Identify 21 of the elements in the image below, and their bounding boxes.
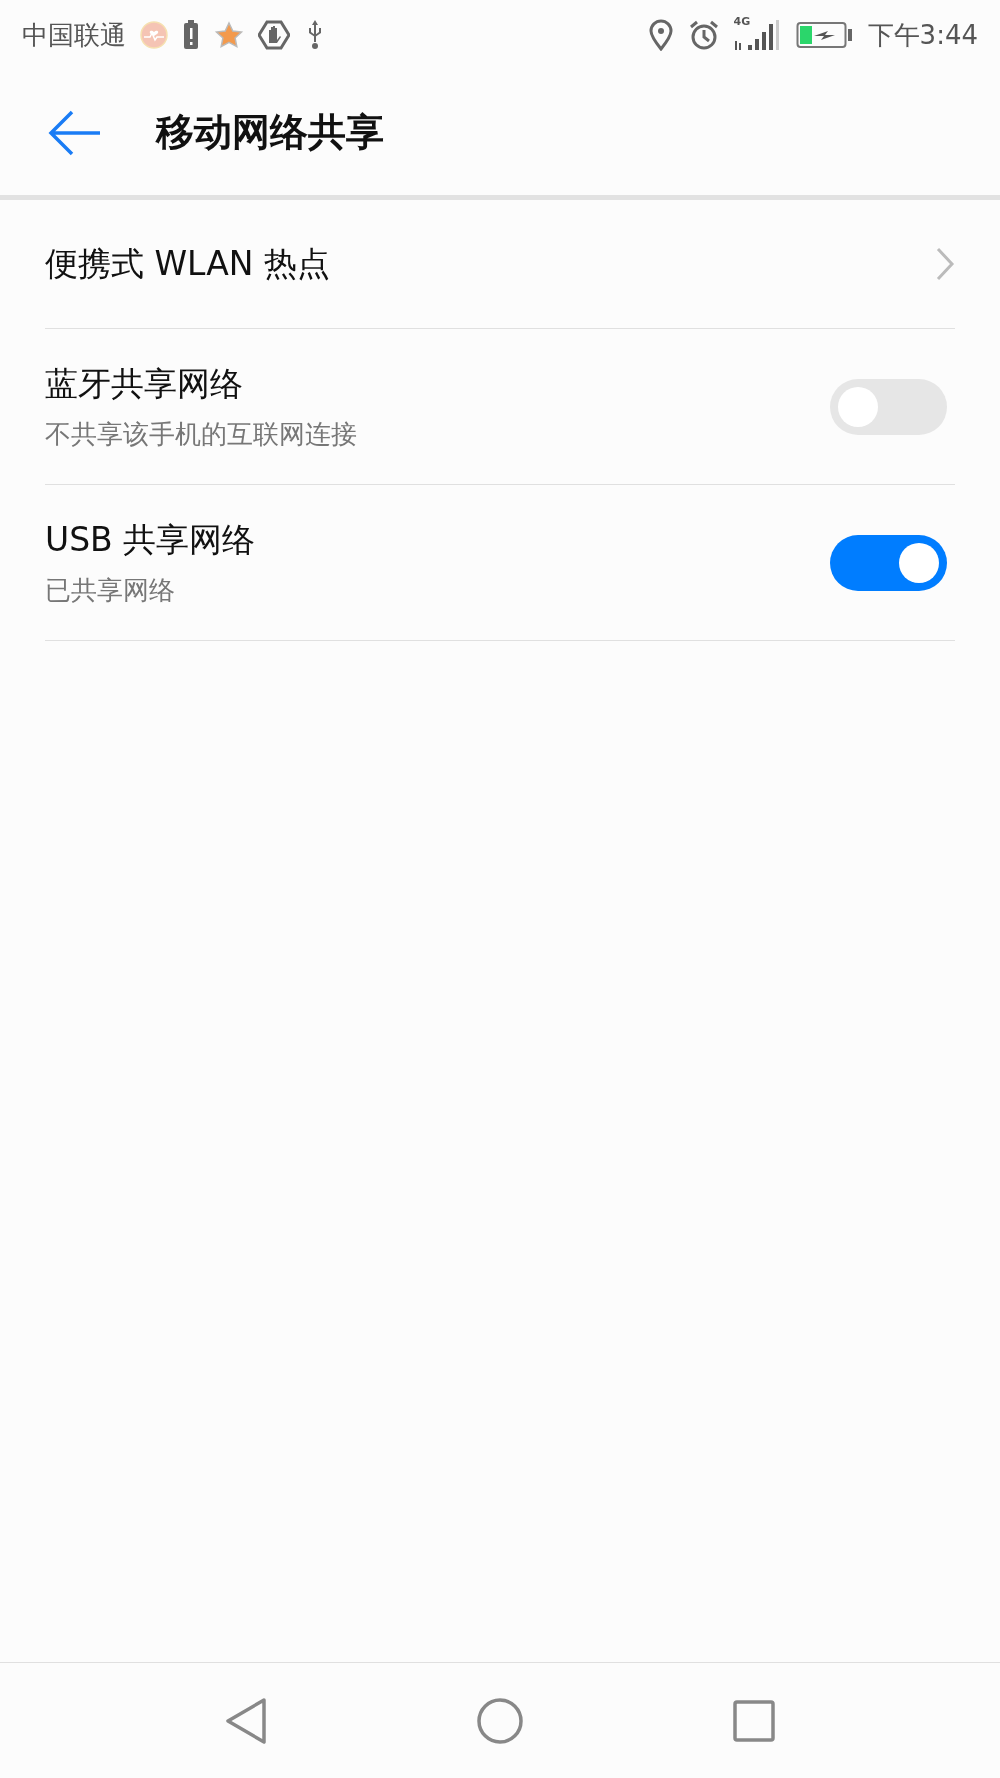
star-icon [214, 21, 244, 49]
setting-title[interactable]: 便携式 WLAN 热点 [45, 241, 935, 287]
setting-description: 已共享网络 [45, 573, 176, 607]
heart-rate-icon [140, 21, 168, 49]
home-nav-button[interactable] [476, 1696, 524, 1745]
back-button[interactable] [48, 108, 102, 157]
back-nav-button[interactable] [224, 1696, 268, 1745]
battery-alert-icon [182, 20, 200, 50]
page-title: 移动网络共享 [156, 109, 384, 156]
setting-title: 蓝牙共享网络 [45, 362, 244, 405]
clock-time: 下午3:44 [867, 18, 978, 52]
chevron-icon [935, 246, 955, 282]
network-type-label: 4G [733, 15, 751, 28]
alarm-clock-icon [687, 19, 720, 51]
recents-nav-button[interactable] [732, 1698, 776, 1743]
battery-charging-icon [795, 21, 854, 49]
carrier-name: 中国联通 [22, 18, 126, 52]
setting-description: 不共享该手机的互联网连接 [45, 417, 358, 451]
setting-title: USB 共享网络 [45, 518, 257, 561]
location-pin-icon [647, 19, 674, 51]
signal-strength-icon [733, 19, 782, 51]
